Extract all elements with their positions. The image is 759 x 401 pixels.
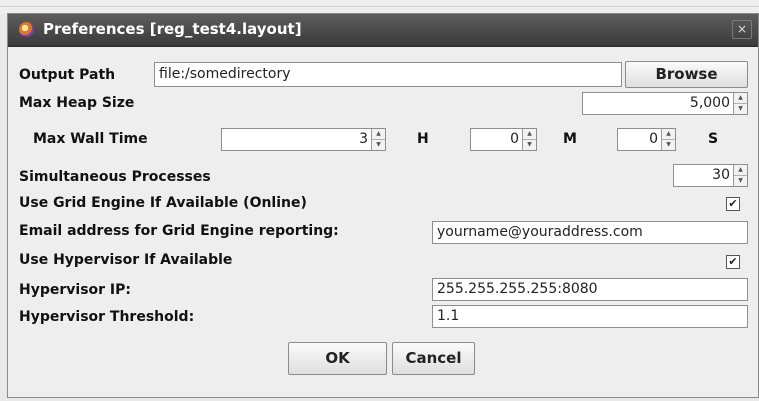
increment-arrow-icon[interactable]: ▲ (372, 129, 385, 140)
simultaneous-processes-label: Simultaneous Processes (19, 169, 211, 185)
simultaneous-processes-spinner[interactable]: 30 ▲ ▼ (673, 164, 748, 187)
decrement-arrow-icon[interactable]: ▼ (523, 140, 536, 150)
output-path-input[interactable]: file:/somedirectory (154, 62, 622, 87)
seconds-unit-label: S (708, 131, 719, 147)
seconds-spinner[interactable]: 0 ▲ ▼ (617, 128, 676, 151)
max-heap-spinner[interactable]: 5,000 ▲ ▼ (582, 92, 748, 115)
increment-arrow-icon[interactable]: ▲ (734, 165, 747, 176)
decrement-arrow-icon[interactable]: ▼ (734, 104, 747, 114)
hypervisor-checkbox[interactable]: ✔ (726, 255, 740, 269)
close-button[interactable]: × (732, 20, 752, 39)
window-title: Preferences [reg_test4.layout] (43, 20, 302, 38)
preferences-dialog: Preferences [reg_test4.layout] × Output … (7, 13, 759, 398)
increment-arrow-icon[interactable]: ▲ (662, 129, 675, 140)
max-wall-time-label: Max Wall Time (33, 131, 148, 147)
decrement-arrow-icon[interactable]: ▼ (662, 140, 675, 150)
email-input[interactable]: yourname@youraddress.com (432, 221, 748, 244)
ok-button[interactable]: OK (288, 342, 387, 375)
max-heap-value: 5,000 (689, 95, 730, 111)
seconds-value: 0 (649, 131, 658, 147)
hypervisor-ip-input[interactable]: 255.255.255.255:8080 (432, 278, 748, 301)
minutes-spinner[interactable]: 0 ▲ ▼ (470, 128, 537, 151)
grid-engine-label: Use Grid Engine If Available (Online) (19, 195, 307, 211)
browse-button[interactable]: Browse (625, 61, 748, 88)
title-bar[interactable]: Preferences [reg_test4.layout] × (8, 14, 758, 47)
minutes-arrows[interactable]: ▲ ▼ (522, 129, 536, 150)
desktop-background (0, 0, 759, 14)
cancel-button[interactable]: Cancel (392, 342, 475, 375)
simultaneous-processes-value: 30 (712, 167, 730, 183)
hypervisor-threshold-input[interactable]: 1.1 (432, 305, 748, 328)
hours-arrows[interactable]: ▲ ▼ (371, 129, 385, 150)
simultaneous-processes-arrows[interactable]: ▲ ▼ (733, 165, 747, 186)
minutes-unit-label: M (563, 131, 577, 147)
app-logo-icon (19, 22, 34, 37)
hypervisor-ip-label: Hypervisor IP: (19, 282, 131, 298)
increment-arrow-icon[interactable]: ▲ (523, 129, 536, 140)
minutes-value: 0 (510, 131, 519, 147)
hypervisor-threshold-label: Hypervisor Threshold: (19, 309, 195, 325)
max-heap-label: Max Heap Size (19, 95, 135, 111)
seconds-arrows[interactable]: ▲ ▼ (661, 129, 675, 150)
background-divider (0, 6, 759, 7)
grid-engine-checkbox[interactable]: ✔ (726, 197, 740, 211)
max-heap-arrows[interactable]: ▲ ▼ (733, 93, 747, 114)
output-path-label: Output Path (19, 67, 116, 83)
hours-value: 3 (359, 131, 368, 147)
hypervisor-label: Use Hypervisor If Available (19, 252, 233, 268)
email-label: Email address for Grid Engine reporting: (19, 223, 339, 239)
increment-arrow-icon[interactable]: ▲ (734, 93, 747, 104)
decrement-arrow-icon[interactable]: ▼ (372, 140, 385, 150)
decrement-arrow-icon[interactable]: ▼ (734, 176, 747, 186)
hours-spinner[interactable]: 3 ▲ ▼ (221, 128, 386, 151)
hours-unit-label: H (417, 131, 429, 147)
